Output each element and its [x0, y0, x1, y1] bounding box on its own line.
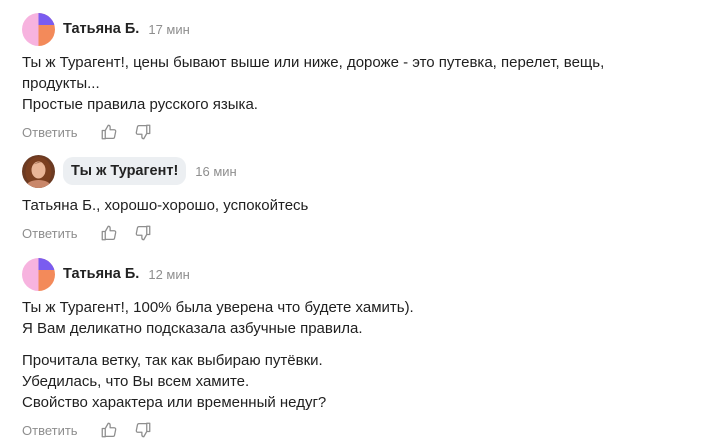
comment-text: Татьяна Б., хорошо-хорошо, успокойтесь	[22, 195, 704, 216]
comment: Татьяна Б. 17 мин Ты ж Турагент!, цены б…	[22, 12, 704, 142]
comment-line: Ты ж Турагент!, цены бывают выше или ниж…	[22, 54, 605, 71]
avatar[interactable]	[22, 12, 55, 46]
thumbs-up-icon[interactable]	[100, 224, 118, 242]
comment-actions: Ответить	[22, 122, 704, 142]
comment-line: Простые правила русского языка.	[22, 96, 258, 113]
reply-button[interactable]: Ответить	[22, 423, 78, 438]
comment-actions: Ответить	[22, 223, 704, 243]
comment-line: Прочитала ветку, так как выбираю путёвки…	[22, 352, 323, 369]
author-name[interactable]: Ты ж Турагент!	[63, 157, 187, 185]
comment-header: Татьяна Б. 17 мин	[22, 12, 704, 46]
avatar[interactable]	[22, 257, 55, 291]
comment-header: Ты ж Турагент! 16 мин	[22, 154, 704, 188]
reply-button[interactable]: Ответить	[22, 125, 78, 140]
author-name[interactable]: Татьяна Б.	[63, 266, 139, 282]
reply-button[interactable]: Ответить	[22, 226, 78, 241]
thumbs-up-icon[interactable]	[100, 123, 118, 141]
comment: Татьяна Б. 12 мин Ты ж Турагент!, 100% б…	[22, 257, 704, 440]
comment-line: Я Вам деликатно подсказала азбучные прав…	[22, 320, 363, 337]
thumbs-up-icon[interactable]	[100, 421, 118, 439]
comment-time: 17 мин	[148, 21, 190, 37]
thumbs-down-icon[interactable]	[134, 421, 152, 439]
comment-line: Свойство характера или временный недуг?	[22, 394, 327, 411]
comment-text: Ты ж Турагент!, цены бывают выше или ниж…	[22, 52, 704, 115]
comment-line: Ты ж Турагент!, 100% была уверена что бу…	[22, 299, 414, 316]
comment-text: Ты ж Турагент!, 100% была уверена что бу…	[22, 297, 704, 413]
comment-header: Татьяна Б. 12 мин	[22, 257, 704, 291]
comment-paragraph: Прочитала ветку, так как выбираю путёвки…	[22, 350, 704, 413]
comment-time: 12 мин	[148, 266, 190, 282]
thumbs-down-icon[interactable]	[134, 123, 152, 141]
author-name[interactable]: Татьяна Б.	[63, 21, 139, 37]
comment: Ты ж Турагент! 16 мин Татьяна Б., хорошо…	[22, 154, 704, 243]
comment-time: 16 мин	[195, 163, 237, 179]
thumbs-down-icon[interactable]	[134, 224, 152, 242]
comment-actions: Ответить	[22, 420, 704, 440]
comment-line: Татьяна Б., хорошо-хорошо, успокойтесь	[22, 197, 309, 214]
comment-line: продукты...	[22, 75, 100, 92]
comment-paragraph: Ты ж Турагент!, 100% была уверена что бу…	[22, 297, 704, 339]
avatar[interactable]	[22, 154, 55, 188]
comment-line: Убедилась, что Вы всем хамите.	[22, 373, 250, 390]
